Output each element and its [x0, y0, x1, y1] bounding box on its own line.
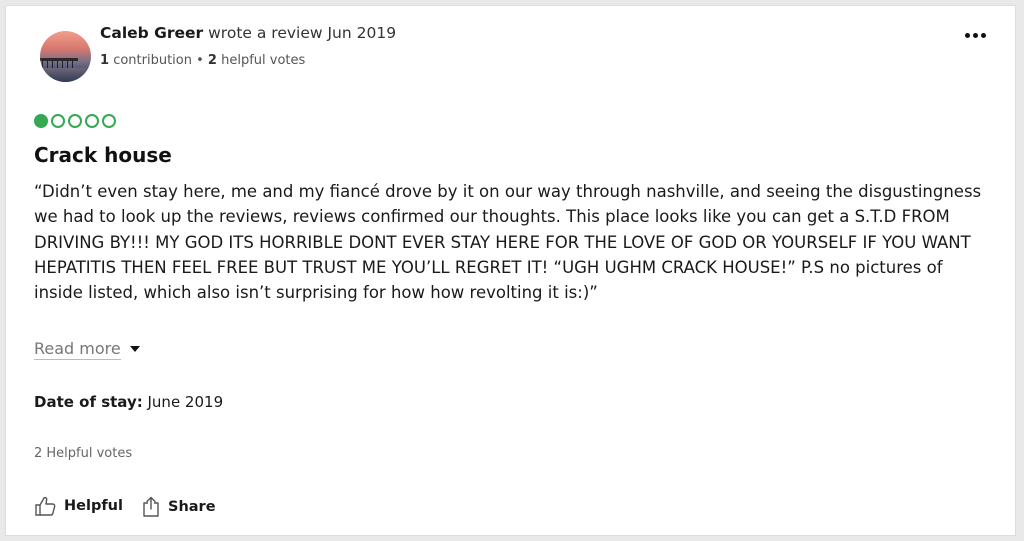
rating-bubble-empty	[85, 114, 99, 128]
thumbs-up-icon	[34, 496, 56, 516]
contribution-label: contribution	[113, 53, 192, 68]
date-of-stay-value: June 2019	[142, 393, 224, 411]
date-of-stay: Date of stay: June 2019	[34, 393, 223, 411]
share-label: Share	[168, 498, 216, 515]
more-options-button[interactable]	[960, 25, 990, 45]
rating-bubble-empty	[102, 114, 116, 128]
helpful-label: Helpful	[64, 498, 123, 514]
share-icon	[142, 496, 160, 517]
avatar[interactable]	[40, 31, 91, 82]
helpful-votes: 2 Helpful votes	[34, 446, 133, 461]
contribution-count: 1	[100, 53, 110, 68]
read-more-link[interactable]: Read more	[34, 339, 121, 360]
author-meta: 1 contribution • 2 helpful votes	[100, 53, 305, 68]
review-action-text: wrote a review Jun 2019	[208, 24, 397, 42]
helpful-button[interactable]: Helpful	[34, 496, 123, 516]
helpful-votes-label: helpful votes	[221, 53, 306, 68]
rating-bubble-empty	[68, 114, 82, 128]
more-options-icon	[980, 32, 986, 38]
avatar-water	[40, 68, 91, 82]
rating-bubble-filled	[34, 114, 48, 128]
bubble-rating	[34, 114, 116, 128]
date-of-stay-label: Date of stay:	[34, 393, 143, 411]
author-name[interactable]: Caleb Greer	[100, 24, 203, 42]
more-options-icon	[964, 32, 970, 38]
more-options-icon	[972, 32, 978, 38]
author-line: Caleb Greer wrote a review Jun 2019	[100, 24, 396, 42]
meta-separator: •	[191, 53, 208, 68]
caret-down-icon[interactable]	[130, 346, 140, 352]
helpful-votes-count: 2	[207, 53, 217, 68]
share-button[interactable]: Share	[142, 496, 216, 517]
review-title[interactable]: Crack house	[34, 143, 172, 167]
rating-bubble-empty	[51, 114, 65, 128]
review-text: “Didn’t even stay here, me and my fiancé…	[34, 182, 982, 303]
avatar-pier-posts	[42, 60, 76, 68]
